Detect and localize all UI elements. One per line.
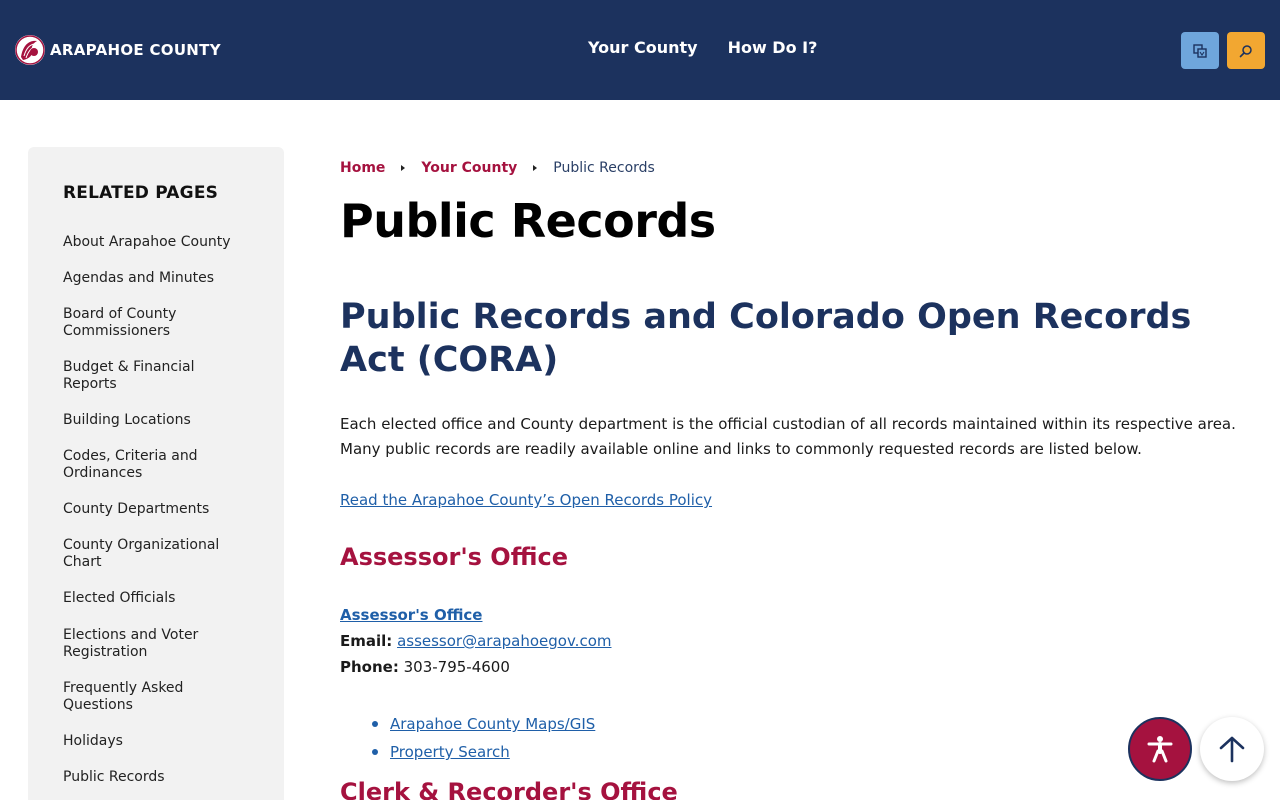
- sidebar-item-faq[interactable]: Frequently Asked Questions: [63, 680, 248, 714]
- sidebar-item-budget[interactable]: Budget & Financial Reports: [63, 359, 248, 393]
- assessor-office-link[interactable]: Assessor's Office: [340, 606, 483, 624]
- accessibility-button[interactable]: [1128, 717, 1192, 781]
- chevron-right-icon: [533, 165, 538, 171]
- sidebar-item-public-records[interactable]: Public Records: [63, 769, 248, 786]
- related-pages-sidebar: RELATED PAGES About Arapahoe County Agen…: [28, 147, 284, 800]
- assessor-links-list: Arapahoe County Maps/GIS Property Search: [372, 710, 595, 766]
- nav-your-county[interactable]: Your County: [588, 38, 698, 57]
- sidebar-item-elections[interactable]: Elections and Voter Registration: [63, 627, 248, 661]
- translate-button[interactable]: [1181, 32, 1219, 69]
- search-button[interactable]: [1227, 32, 1265, 69]
- property-search-link[interactable]: Property Search: [390, 743, 510, 761]
- open-records-policy-link[interactable]: Read the Arapahoe County’s Open Records …: [340, 491, 712, 509]
- list-item: Arapahoe County Maps/GIS: [372, 710, 595, 738]
- breadcrumb: Home Your County Public Records: [340, 160, 655, 176]
- nav-how-do-i[interactable]: How Do I?: [728, 38, 818, 57]
- site-logo[interactable]: ARAPAHOE COUNTY: [15, 35, 221, 65]
- assessor-heading: Assessor's Office: [340, 543, 568, 571]
- sidebar-item-about[interactable]: About Arapahoe County: [63, 234, 248, 251]
- arrow-up-icon: [1219, 736, 1245, 763]
- sidebar-title: RELATED PAGES: [63, 183, 219, 203]
- sidebar-item-agendas[interactable]: Agendas and Minutes: [63, 270, 248, 287]
- list-item: Property Search: [372, 738, 595, 766]
- site-header: ARAPAHOE COUNTY Your County How Do I?: [0, 0, 1280, 100]
- assessor-phone: 303-795-4600: [403, 658, 510, 676]
- main-nav: Your County How Do I?: [588, 38, 847, 57]
- back-to-top-button[interactable]: [1200, 717, 1264, 781]
- maps-gis-link[interactable]: Arapahoe County Maps/GIS: [390, 715, 595, 733]
- breadcrumb-your-county[interactable]: Your County: [421, 160, 517, 176]
- accessibility-icon: [1147, 736, 1173, 763]
- translate-icon: [1193, 43, 1207, 58]
- search-icon: [1239, 44, 1252, 57]
- sidebar-item-org-chart[interactable]: County Organizational Chart: [63, 537, 248, 571]
- logo-text: ARAPAHOE COUNTY: [50, 41, 221, 59]
- sidebar-item-holidays[interactable]: Holidays: [63, 733, 248, 750]
- sidebar-item-building-locations[interactable]: Building Locations: [63, 412, 248, 429]
- sidebar-item-departments[interactable]: County Departments: [63, 501, 248, 518]
- assessor-phone-line: Phone: 303-795-4600: [340, 658, 510, 676]
- sidebar-item-board[interactable]: Board of County Commissioners: [63, 306, 248, 340]
- chevron-right-icon: [401, 165, 406, 171]
- email-label: Email:: [340, 632, 393, 650]
- assessor-email-link[interactable]: assessor@arapahoegov.com: [397, 632, 611, 650]
- section-title: Public Records and Colorado Open Records…: [340, 297, 1192, 380]
- intro-paragraph: Each elected office and County departmen…: [340, 415, 1236, 458]
- breadcrumb-current: Public Records: [553, 160, 655, 176]
- phone-label: Phone:: [340, 658, 399, 676]
- breadcrumb-home[interactable]: Home: [340, 160, 385, 176]
- page-title: Public Records: [340, 194, 716, 248]
- clerk-recorder-heading: Clerk & Recorder's Office: [340, 778, 678, 800]
- sidebar-item-elected-officials[interactable]: Elected Officials: [63, 590, 248, 607]
- county-seal-icon: [15, 35, 45, 65]
- assessor-email-line: Email: assessor@arapahoegov.com: [340, 632, 611, 650]
- sidebar-item-codes[interactable]: Codes, Criteria and Ordinances: [63, 448, 248, 482]
